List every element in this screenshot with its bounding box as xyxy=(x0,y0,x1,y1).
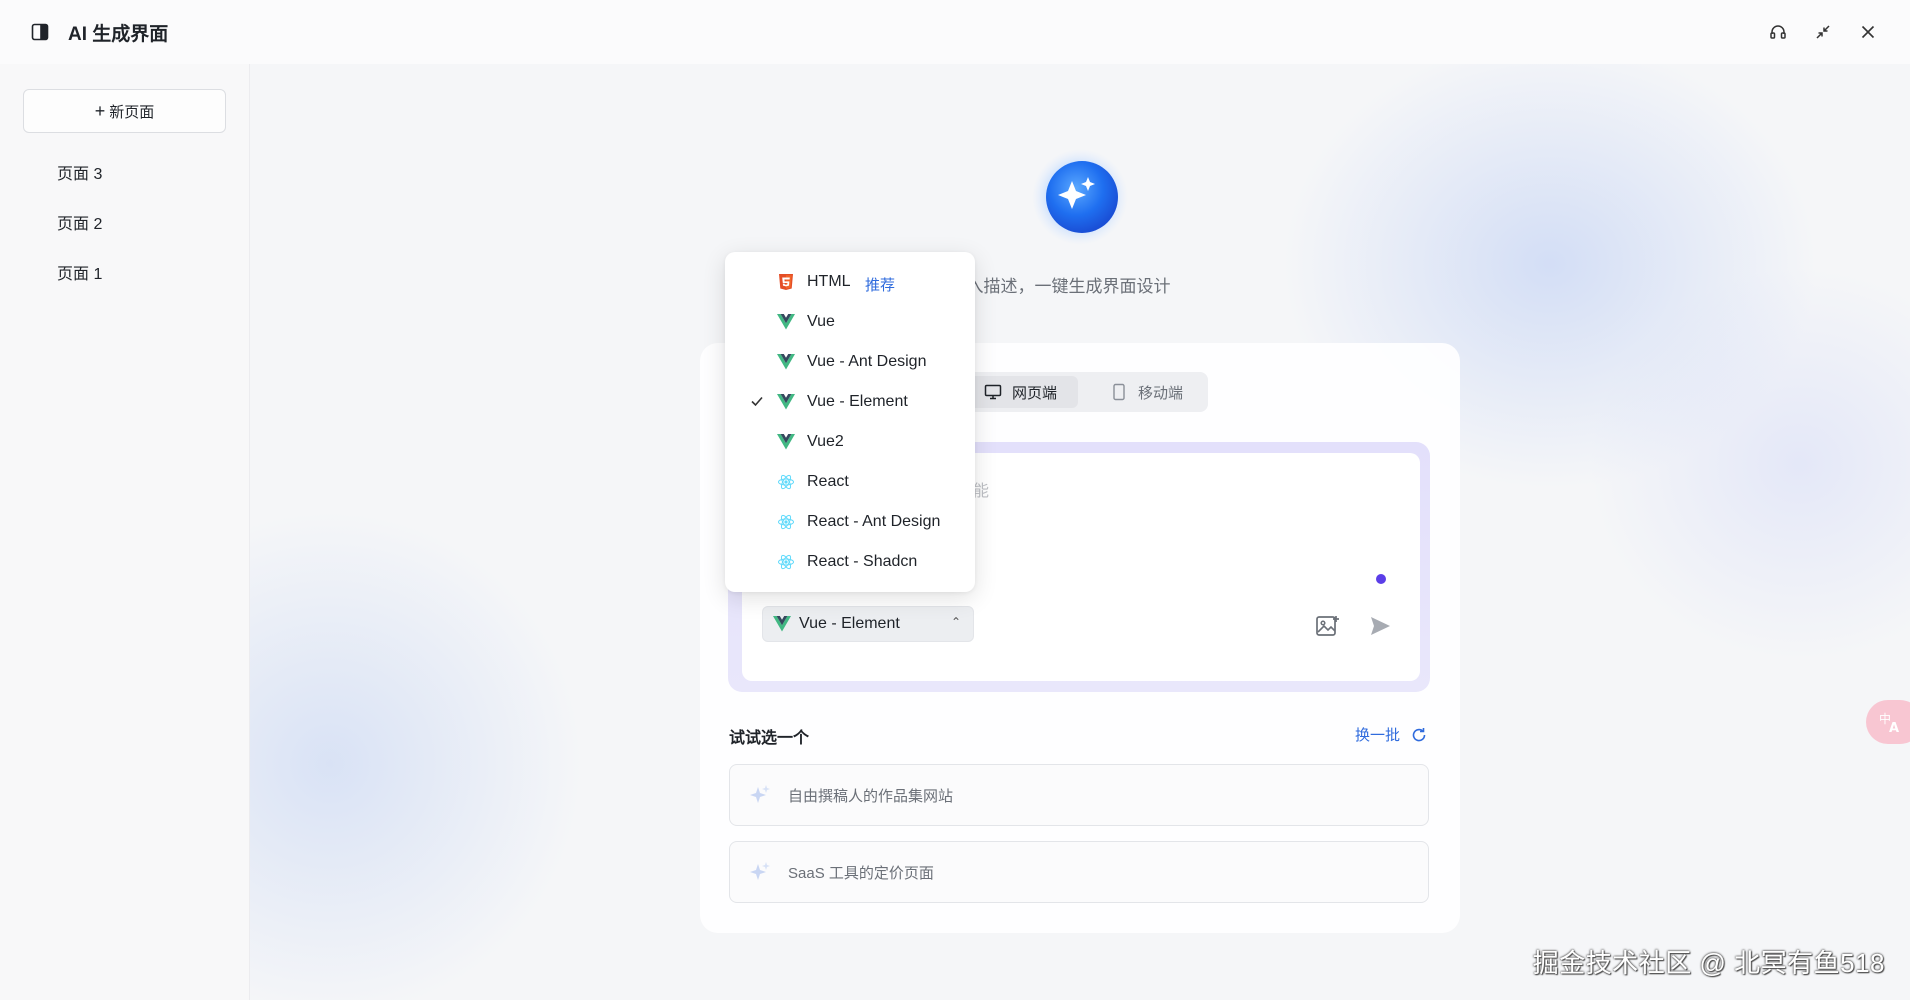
title-bar: AI 生成界面 xyxy=(0,0,1910,64)
dropdown-option-label: React - Ant Design xyxy=(807,513,941,530)
checkmark-icon xyxy=(751,396,763,407)
close-icon[interactable] xyxy=(1858,22,1878,42)
tab-mobile[interactable]: 移动端 xyxy=(1100,376,1200,408)
refresh-label: 换一批 xyxy=(1355,727,1401,744)
new-page-label: 新页面 xyxy=(109,103,155,121)
dropdown-option-label: Vue - Ant Design xyxy=(807,353,927,370)
suggestion-item[interactable]: SaaS 工具的定价页面 xyxy=(729,841,1429,903)
framework-select[interactable]: Vue - Element ⌃ xyxy=(762,606,974,642)
vue-icon xyxy=(777,434,795,450)
ai-sparkle-logo-icon xyxy=(1032,149,1128,245)
translate-floating-button[interactable]: 中 A xyxy=(1866,700,1910,744)
dropdown-option-vue-element[interactable]: Vue - Element xyxy=(725,382,975,422)
sidebar: + 新页面 页面 3 页面 2 页面 1 xyxy=(0,64,250,1000)
dropdown-option-label: React xyxy=(807,473,849,490)
send-icon[interactable] xyxy=(1368,614,1392,638)
refresh-suggestions-button[interactable]: 换一批 xyxy=(1355,724,1428,745)
vue-icon xyxy=(773,616,791,632)
watermark-text: 掘金技术社区 @ 北冥有鱼518 xyxy=(1532,948,1885,978)
plus-icon: + xyxy=(94,101,106,121)
translate-icon: 中 A xyxy=(1879,711,1899,735)
dropdown-option-html[interactable]: HTML 推荐 xyxy=(725,262,975,302)
dropdown-option-label: Vue2 xyxy=(807,433,844,450)
dropdown-option-label: React - Shadcn xyxy=(807,553,918,570)
tab-mobile-label: 移动端 xyxy=(1138,384,1184,402)
tab-web[interactable]: 网页端 xyxy=(968,376,1078,408)
sparkle-icon xyxy=(750,862,770,880)
dropdown-option-vue-ant-design[interactable]: Vue - Ant Design xyxy=(725,342,975,382)
dropdown-option-vue[interactable]: Vue xyxy=(725,302,975,342)
sidebar-item-page-2[interactable]: 页面 2 xyxy=(57,210,102,234)
svg-text:A: A xyxy=(1889,721,1899,735)
html5-icon xyxy=(779,274,793,290)
app-window: AI 生成界面 + 新页面 页面 3 页面 2 页面 1 输入描述，一键生成界面… xyxy=(0,0,1910,1000)
vue-icon xyxy=(777,314,795,330)
vue-icon xyxy=(777,394,795,410)
tab-web-label: 网页端 xyxy=(1012,384,1058,402)
framework-dropdown-menu: HTML 推荐 Vue Vue - Ant Design Vue - Eleme… xyxy=(725,252,975,592)
recommended-badge: 推荐 xyxy=(865,277,896,294)
suggestion-item[interactable]: 自由撰稿人的作品集网站 xyxy=(729,764,1429,826)
suggestion-text: 自由撰稿人的作品集网站 xyxy=(788,787,954,805)
dropdown-option-vue2[interactable]: Vue2 xyxy=(725,422,975,462)
sidebar-toggle-icon[interactable] xyxy=(30,22,50,42)
sidebar-item-page-3[interactable]: 页面 3 xyxy=(57,160,102,184)
try-section-title: 试试选一个 xyxy=(729,730,810,747)
mobile-icon xyxy=(1113,383,1125,401)
sparkle-icon xyxy=(750,785,770,803)
refresh-icon xyxy=(1412,727,1426,741)
dropdown-option-label: Vue - Element xyxy=(807,393,908,410)
image-upload-icon[interactable] xyxy=(1315,613,1341,639)
suggestion-text: SaaS 工具的定价页面 xyxy=(788,864,934,882)
monitor-icon xyxy=(984,384,1002,400)
dropdown-option-react[interactable]: React xyxy=(725,462,975,502)
dropdown-option-react-ant-design[interactable]: React - Ant Design xyxy=(725,502,975,542)
dropdown-option-label: HTML xyxy=(807,273,851,290)
react-icon xyxy=(778,514,794,530)
chevron-up-icon: ⌃ xyxy=(950,615,961,629)
page-subtitle: 输入描述，一键生成界面设计 xyxy=(949,277,1171,296)
app-title: AI 生成界面 xyxy=(68,24,169,45)
prompt-placeholder: 能 xyxy=(973,483,990,500)
minimize-arrows-icon[interactable] xyxy=(1813,22,1833,42)
framework-select-value: Vue - Element xyxy=(799,615,900,632)
status-dot xyxy=(1376,574,1386,584)
react-icon xyxy=(778,474,794,490)
dropdown-option-label: Vue xyxy=(807,313,835,330)
vue-icon xyxy=(777,354,795,370)
dropdown-option-react-shadcn[interactable]: React - Shadcn xyxy=(725,542,975,582)
new-page-button[interactable]: + 新页面 xyxy=(23,89,226,133)
react-icon xyxy=(778,554,794,570)
headset-icon[interactable] xyxy=(1768,22,1788,42)
sidebar-item-page-1[interactable]: 页面 1 xyxy=(57,260,102,284)
